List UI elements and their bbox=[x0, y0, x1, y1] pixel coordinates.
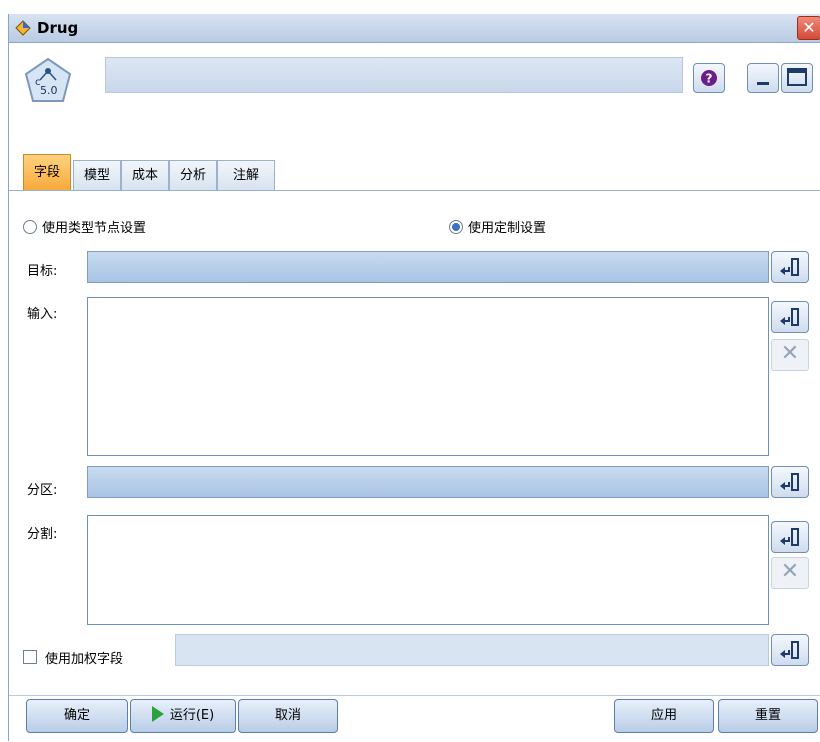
inputs-picker-button[interactable] bbox=[771, 301, 809, 333]
field-picker-icon bbox=[780, 528, 799, 546]
window-title: Drug bbox=[37, 19, 79, 37]
split-picker-button[interactable] bbox=[771, 521, 809, 553]
weight-picker-button[interactable] bbox=[771, 634, 809, 666]
tab-analyze[interactable]: 分析 bbox=[169, 160, 217, 191]
radio-selected-icon bbox=[449, 220, 463, 234]
title-bar: Drug ✕ bbox=[9, 14, 820, 43]
svg-text:?: ? bbox=[706, 72, 713, 86]
target-label: 目标: bbox=[27, 264, 58, 279]
weight-field[interactable] bbox=[175, 634, 769, 666]
field-picker-icon bbox=[780, 258, 799, 276]
run-button[interactable]: 运行(E) bbox=[130, 699, 236, 733]
remove-icon: ✕ bbox=[780, 559, 800, 584]
inputs-remove-button[interactable]: ✕ bbox=[771, 339, 809, 371]
reset-button[interactable]: 重置 bbox=[718, 699, 818, 733]
minimize-button[interactable] bbox=[747, 63, 779, 93]
tab-annotations[interactable]: 注解 bbox=[217, 160, 275, 191]
use-weight-label: 使用加权字段 bbox=[45, 652, 124, 667]
inputs-label: 输入: bbox=[27, 307, 58, 322]
field-picker-icon bbox=[780, 473, 799, 491]
field-picker-icon bbox=[780, 641, 799, 659]
maximize-button[interactable] bbox=[781, 63, 813, 93]
partition-label: 分区: bbox=[27, 483, 58, 498]
target-field[interactable] bbox=[87, 251, 769, 283]
split-label: 分割: bbox=[27, 527, 58, 542]
maximize-icon bbox=[787, 68, 807, 86]
apply-button[interactable]: 应用 bbox=[614, 699, 714, 733]
ok-button[interactable]: 确定 bbox=[26, 699, 128, 733]
remove-icon: ✕ bbox=[780, 341, 800, 366]
node-version: 5.0 bbox=[40, 84, 58, 97]
partition-picker-button[interactable] bbox=[771, 466, 809, 498]
node-header: c 5.0 ? bbox=[9, 43, 820, 168]
node-name-field[interactable] bbox=[105, 57, 683, 93]
tab-costs[interactable]: 成本 bbox=[121, 160, 169, 191]
cancel-button[interactable]: 取消 bbox=[238, 699, 338, 733]
close-button[interactable]: ✕ bbox=[797, 16, 820, 40]
c50-node-icon: c 5.0 bbox=[23, 57, 73, 107]
tab-fields[interactable]: 字段 bbox=[23, 154, 71, 191]
minimize-icon bbox=[757, 82, 769, 85]
tab-model[interactable]: 模型 bbox=[73, 160, 121, 191]
radio-unselected-icon bbox=[23, 220, 37, 234]
use-weight-checkbox[interactable] bbox=[23, 650, 37, 664]
split-list[interactable] bbox=[87, 515, 769, 625]
help-icon: ? bbox=[701, 70, 717, 86]
run-icon bbox=[151, 706, 164, 722]
radio-use-custom-label: 使用定制设置 bbox=[468, 221, 547, 236]
target-picker-button[interactable] bbox=[771, 251, 809, 283]
run-button-label: 运行(E) bbox=[169, 708, 215, 723]
inputs-list[interactable] bbox=[87, 297, 769, 456]
field-picker-icon bbox=[780, 308, 799, 326]
radio-use-custom[interactable]: 使用定制设置 bbox=[449, 217, 546, 236]
partition-field[interactable] bbox=[87, 466, 769, 498]
radio-use-type-node[interactable]: 使用类型节点设置 bbox=[23, 217, 146, 236]
split-remove-button[interactable]: ✕ bbox=[771, 557, 809, 589]
radio-use-type-node-label: 使用类型节点设置 bbox=[42, 221, 147, 236]
tab-divider bbox=[9, 190, 820, 191]
dialog-window: Drug ✕ c 5.0 ? 字段 模型 成本 分析 注解 使用类型节点设置 使… bbox=[8, 14, 820, 742]
help-button[interactable]: ? bbox=[693, 63, 725, 93]
diamond-icon bbox=[15, 20, 31, 36]
